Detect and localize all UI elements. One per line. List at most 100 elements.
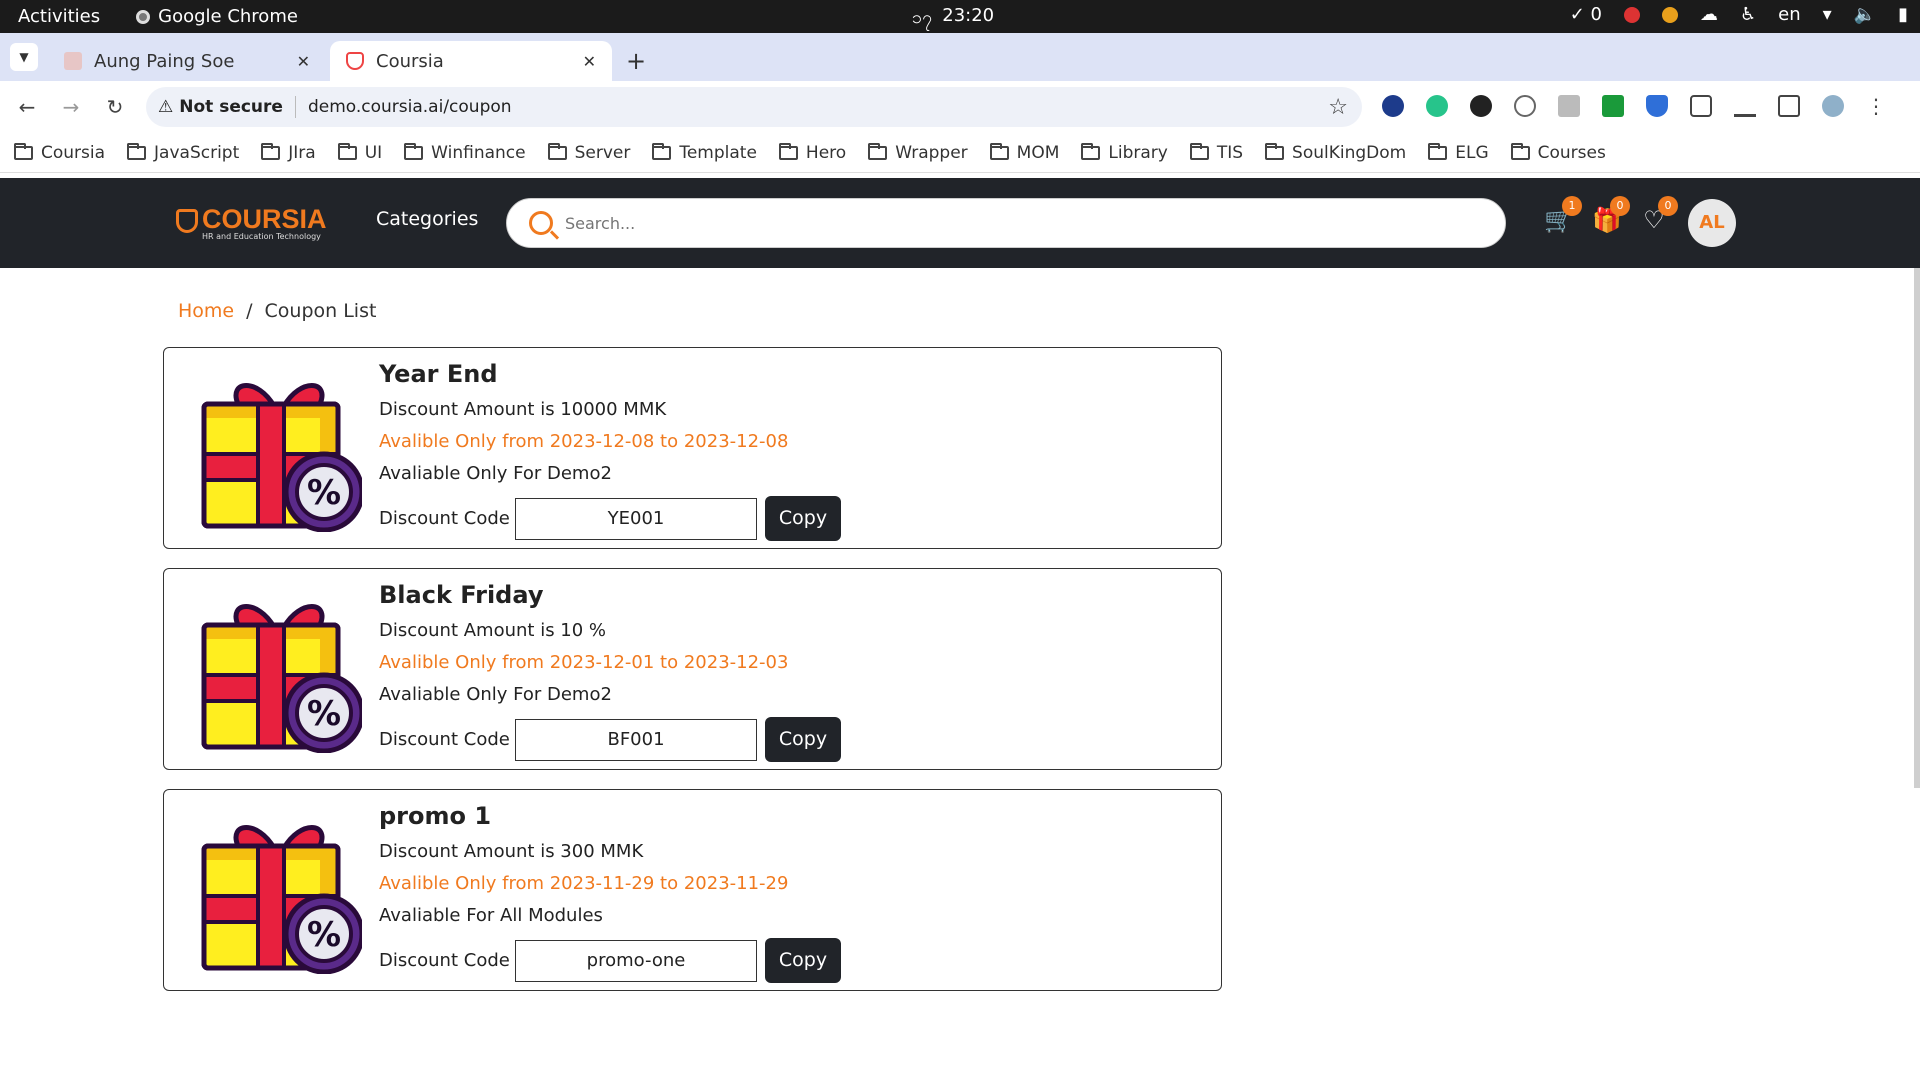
copy-code-button[interactable]: Copy	[765, 717, 841, 762]
battery-icon[interactable]: ▮	[1898, 4, 1908, 25]
activities-button[interactable]: Activities	[18, 6, 100, 27]
cloud-icon[interactable]: ☁	[1700, 4, 1718, 25]
coupon-title: Year End	[379, 360, 498, 388]
bookmark-folder[interactable]: Server	[547, 142, 631, 163]
coupon-code-row: Discount Code YE001 Copy	[379, 496, 841, 541]
logo-text: COURSIA	[202, 204, 327, 234]
bookmark-folder[interactable]: Wrapper	[868, 142, 968, 163]
folder-icon	[337, 142, 357, 160]
bookmark-folder[interactable]: TIS	[1189, 142, 1243, 163]
app-menu[interactable]: Google Chrome	[136, 6, 298, 27]
bookmark-folder[interactable]: UI	[337, 142, 382, 163]
coursia-logo[interactable]: COURSIA HR and Education Technology	[176, 205, 327, 241]
extension-shield-icon[interactable]	[1646, 95, 1668, 117]
gift-percent-icon: %	[198, 810, 365, 975]
svg-text:%: %	[307, 473, 341, 513]
profile-favicon-icon	[64, 52, 82, 70]
copy-code-button[interactable]: Copy	[765, 938, 841, 983]
browser-menu-icon[interactable]: ⋮	[1866, 94, 1886, 118]
reload-icon[interactable]: ↻	[100, 95, 130, 119]
coupon-availability: Avalible Only from 2023-12-08 to 2023-12…	[379, 431, 789, 452]
coupon-info: Black Friday Discount Amount is 10 % Ava…	[379, 581, 841, 762]
bookmark-folder[interactable]: Winfinance	[404, 142, 526, 163]
gift-icon[interactable]: 🎁 0	[1592, 196, 1630, 234]
extension-check-icon[interactable]	[1382, 95, 1404, 117]
bookmark-folder[interactable]: Template	[652, 142, 757, 163]
address-bar[interactable]: ⚠ Not secure demo.coursia.ai/coupon ☆	[146, 87, 1362, 127]
new-tab-button[interactable]: +	[626, 47, 646, 75]
extension-vue-icon[interactable]	[1426, 95, 1448, 117]
bookmark-folder[interactable]: Courses	[1510, 142, 1606, 163]
coursia-favicon-icon	[346, 52, 364, 70]
clock[interactable]: ၁၇ 23:20	[912, 5, 994, 32]
check-icon[interactable]: ✓ 0	[1570, 4, 1602, 25]
tab-title: Coursia	[376, 50, 444, 72]
bookmark-folder[interactable]: Coursia	[14, 142, 105, 163]
chrome-icon	[136, 9, 151, 24]
tab-strip: ▼ Aung Paing Soe ✕ Coursia ✕ +	[0, 33, 1920, 81]
coupon-code-field[interactable]: YE001	[515, 497, 757, 540]
wifi-icon[interactable]: ▾	[1823, 4, 1832, 25]
copy-code-button[interactable]: Copy	[765, 496, 841, 541]
tab-aung-paing-soe[interactable]: Aung Paing Soe ✕	[48, 41, 326, 81]
search-icon	[529, 211, 553, 235]
coupon-code-field[interactable]: promo-one	[515, 939, 757, 982]
tray-app-icon[interactable]	[1624, 6, 1640, 23]
coupon-amount: Discount Amount is 10 %	[379, 620, 607, 641]
coupon-amount: Discount Amount is 10000 MMK	[379, 399, 667, 420]
coupon-code-row: Discount Code promo-one Copy	[379, 938, 841, 983]
language-indicator[interactable]: en	[1778, 4, 1800, 25]
side-panel-icon[interactable]	[1778, 95, 1800, 117]
folder-icon	[1081, 142, 1101, 160]
profile-avatar-icon[interactable]	[1822, 95, 1844, 117]
warning-icon: ⚠	[158, 97, 174, 117]
bookmark-label: JIra	[288, 142, 316, 163]
extension-icons: ⋮	[1382, 94, 1886, 118]
volume-icon[interactable]: 🔈	[1854, 4, 1876, 25]
gift-percent-icon: %	[198, 589, 365, 754]
search-input[interactable]	[565, 213, 1465, 233]
coupon-availability: Avalible Only from 2023-12-01 to 2023-12…	[379, 652, 789, 673]
cart-icon[interactable]: 🛒 1	[1544, 196, 1582, 234]
close-tab-icon[interactable]: ✕	[583, 52, 596, 71]
categories-menu[interactable]: Categories	[376, 208, 478, 230]
page-scrollbar[interactable]	[1914, 268, 1920, 788]
folder-icon	[652, 142, 672, 160]
coupon-card: % Black Friday Discount Amount is 10 % A…	[163, 568, 1222, 770]
back-icon[interactable]: ←	[12, 95, 42, 119]
bookmark-label: Courses	[1537, 142, 1606, 163]
url-text[interactable]: demo.coursia.ai/coupon	[308, 97, 512, 117]
extension-css-icon[interactable]	[1558, 95, 1580, 117]
coupon-code-field[interactable]: BF001	[515, 718, 757, 761]
security-indicator[interactable]: ⚠ Not secure	[158, 97, 283, 117]
folder-icon	[989, 142, 1009, 160]
tray-chrome-icon[interactable]	[1662, 6, 1678, 23]
bookmark-folder[interactable]: MOM	[989, 142, 1059, 163]
bookmark-folder[interactable]: ELG	[1428, 142, 1489, 163]
breadcrumb-home-link[interactable]: Home	[178, 300, 234, 322]
accessibility-icon[interactable]: ♿	[1740, 4, 1756, 25]
bookmark-folder[interactable]: JavaScript	[127, 142, 239, 163]
user-avatar[interactable]: AL	[1688, 199, 1736, 247]
extension-download-icon[interactable]	[1602, 95, 1624, 117]
tab-coursia[interactable]: Coursia ✕	[330, 41, 612, 81]
downloads-icon[interactable]	[1734, 95, 1756, 117]
svg-text:%: %	[307, 694, 341, 734]
coupon-card: % promo 1 Discount Amount is 300 MMK Ava…	[163, 789, 1222, 991]
bookmark-folder[interactable]: Library	[1081, 142, 1168, 163]
system-tray: ✓ 0 ☁ ♿ en ▾ 🔈 ▮	[1570, 4, 1908, 25]
extension-gnome-icon[interactable]	[1470, 95, 1492, 117]
tab-search-button[interactable]: ▼	[10, 43, 38, 71]
close-tab-icon[interactable]: ✕	[297, 52, 310, 71]
extension-code-icon[interactable]	[1514, 95, 1536, 117]
extensions-puzzle-icon[interactable]	[1690, 95, 1712, 117]
wishlist-heart-icon[interactable]: ♡ 0	[1640, 196, 1678, 234]
coupon-code-label: Discount Code	[379, 508, 510, 529]
bookmark-folder[interactable]: Hero	[778, 142, 846, 163]
forward-icon[interactable]: →	[56, 95, 86, 119]
bookmark-folder[interactable]: SoulKingDom	[1265, 142, 1406, 163]
bookmark-star-icon[interactable]: ☆	[1328, 95, 1348, 120]
coupon-title: Black Friday	[379, 581, 544, 609]
bookmark-folder[interactable]: JIra	[261, 142, 316, 163]
bookmark-label: Server	[574, 142, 631, 163]
